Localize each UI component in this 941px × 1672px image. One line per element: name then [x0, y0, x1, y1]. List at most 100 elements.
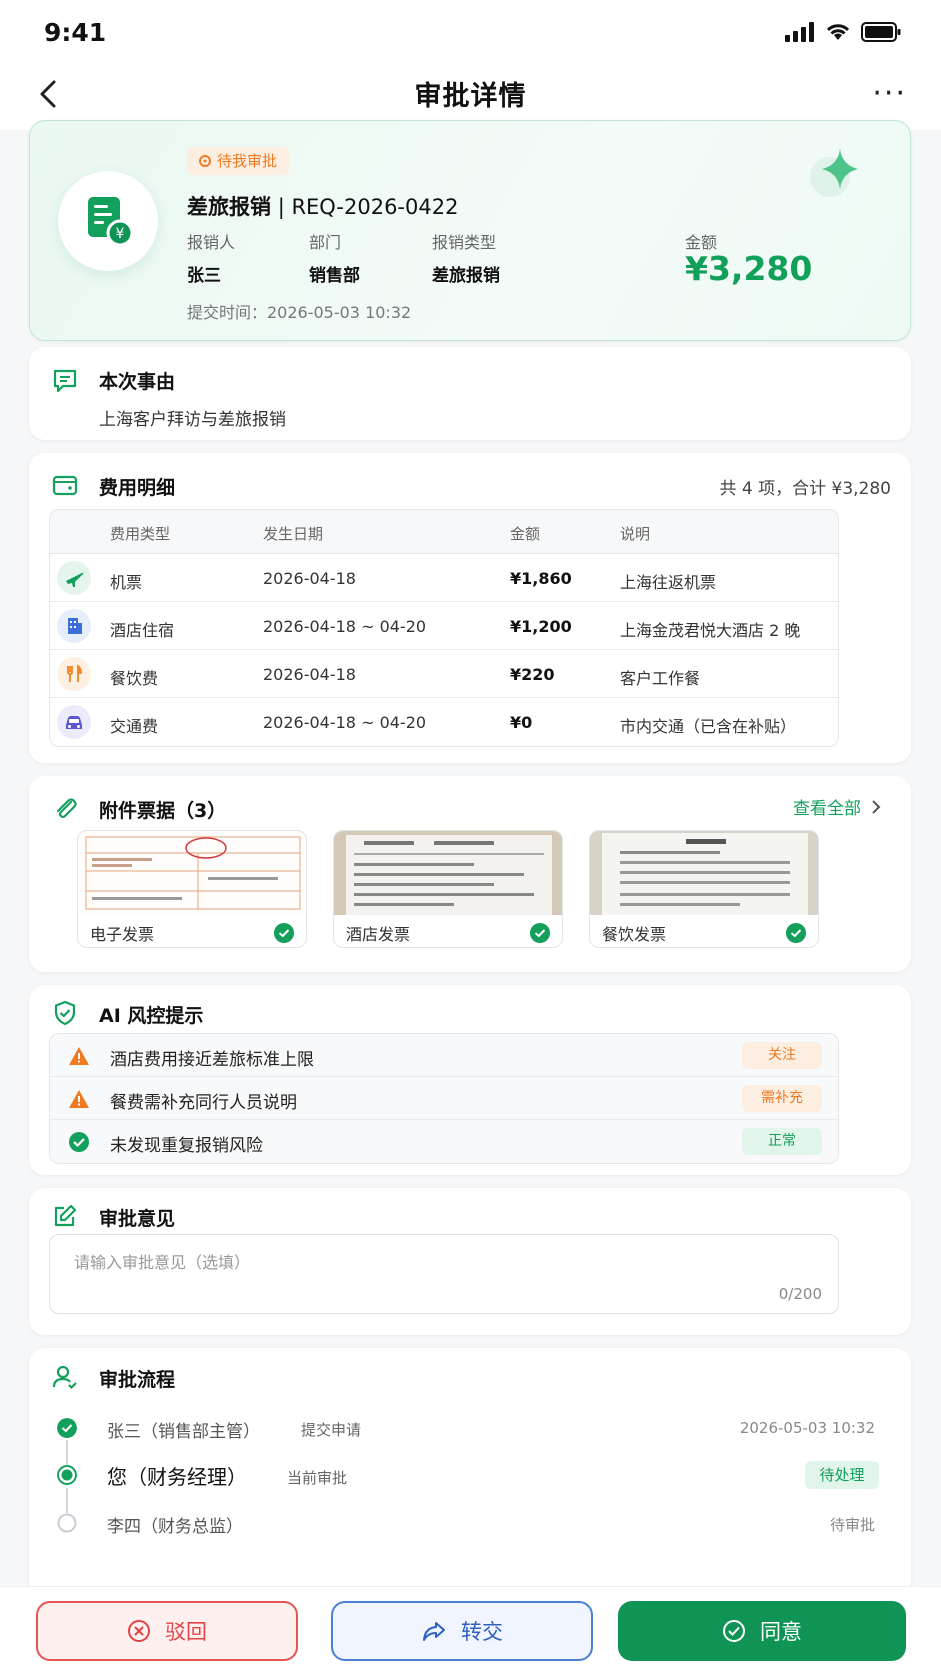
reject-label: 驳回 — [165, 1620, 207, 1644]
chat-icon — [53, 369, 77, 393]
risk-list: 酒店费用接近差旅标准上限 关注 餐费需补充同行人员说明 需补充 未发现重复报销风… — [49, 1033, 839, 1164]
more-icon[interactable]: ··· — [872, 76, 907, 111]
expense-date: 2026-04-18 — [263, 569, 356, 588]
receipt-icon: ¥ — [58, 171, 158, 271]
expense-type: 机票 — [110, 573, 143, 592]
risk-tag: 关注 — [742, 1042, 822, 1069]
wallet-icon — [52, 475, 78, 496]
plane-icon — [57, 561, 91, 595]
opinion-input[interactable] — [50, 1235, 838, 1313]
expense-note: 上海金茂君悦大酒店 2 晚 — [620, 621, 801, 640]
flow-step-name: 李四（财务总监） — [107, 1517, 243, 1537]
dining-invoice-preview-image — [590, 831, 818, 915]
attachment-label: 电子发票 — [90, 925, 155, 944]
attachments-title: 附件票据（3） — [99, 800, 227, 822]
risk-tag: 正常 — [742, 1128, 822, 1155]
department-value: 销售部 — [309, 266, 360, 286]
invoice-preview-image — [78, 831, 306, 915]
car-icon — [57, 705, 91, 739]
status-icons — [785, 22, 901, 42]
warning-icon — [69, 1047, 89, 1065]
expense-note: 市内交通（已含在补贴） — [620, 717, 797, 736]
flow-step: 李四（财务总监） 待审批 — [29, 1503, 911, 1543]
char-counter: 0/200 — [778, 1285, 822, 1303]
close-circle-icon — [128, 1620, 150, 1642]
reason-text: 上海客户拜访与差旅报销 — [99, 410, 286, 430]
expense-type-label: 报销类型 — [432, 233, 497, 252]
flow-step-name: 张三（销售部主管） — [107, 1422, 260, 1442]
risk-tag: 需补充 — [742, 1085, 822, 1112]
table-row[interactable]: 交通费 2026-04-18 ~ 04-20 ¥0 市内交通（已含在补贴） — [50, 698, 838, 746]
signal-icon — [785, 22, 814, 42]
opinion-card: 审批意见 0/200 — [29, 1188, 911, 1335]
transfer-button[interactable]: 转交 — [331, 1601, 593, 1661]
current-step-icon — [57, 1465, 77, 1485]
applicant-label: 报销人 — [187, 233, 236, 252]
check-circle-icon — [69, 1132, 89, 1152]
expense-title: 费用明细 — [99, 477, 176, 499]
agree-label: 同意 — [760, 1620, 802, 1644]
risk-item[interactable]: 酒店费用接近差旅标准上限 关注 — [50, 1034, 838, 1077]
table-row[interactable]: 酒店住宿 2026-04-18 ~ 04-20 ¥1,200 上海金茂君悦大酒店… — [50, 602, 838, 650]
attachment-label: 酒店发票 — [346, 925, 411, 944]
status-bar: 9:41 — [0, 0, 941, 66]
attachments-card: 附件票据（3） 查看全部 电子发票 酒店发票 餐饮发票 — [29, 776, 911, 972]
paperclip-icon — [56, 798, 77, 819]
pending-badge: 待处理 — [805, 1461, 879, 1489]
share-arrow-icon — [423, 1622, 445, 1641]
agree-button[interactable]: 同意 — [618, 1601, 906, 1661]
battery-icon — [861, 22, 901, 42]
status-badge: 待我审批 — [187, 147, 290, 175]
status-badge-label: 待我审批 — [217, 152, 278, 170]
column-header: 说明 — [620, 525, 651, 543]
expense-table: 费用类型 发生日期 金额 说明 机票 2026-04-18 ¥1,860 上海往… — [49, 509, 839, 747]
reject-button[interactable]: 驳回 — [36, 1601, 298, 1661]
expense-summary: 共 4 项，合计 ¥3,280 — [719, 479, 891, 499]
check-circle-icon — [274, 923, 294, 943]
expense-card: 费用明细 共 4 项，合计 ¥3,280 费用类型 发生日期 金额 说明 机票 … — [29, 453, 911, 763]
attachment-label: 餐饮发票 — [602, 925, 667, 944]
table-row[interactable]: 机票 2026-04-18 ¥1,860 上海往返机票 — [50, 554, 838, 602]
expense-amount: ¥0 — [510, 713, 533, 732]
opinion-title: 审批意见 — [99, 1208, 176, 1230]
table-row[interactable]: 餐饮费 2026-04-18 ¥220 客户工作餐 — [50, 650, 838, 698]
expense-amount: ¥1,860 — [510, 569, 572, 588]
expense-date: 2026-04-18 ~ 04-20 — [263, 713, 427, 732]
flow-step-time: 2026-05-03 10:32 — [739, 1419, 875, 1437]
column-header: 发生日期 — [263, 525, 324, 543]
risk-item[interactable]: 餐费需补充同行人员说明 需补充 — [50, 1077, 838, 1120]
attachment-thumbnail[interactable]: 酒店发票 — [333, 830, 563, 948]
risk-card: AI 风控提示 酒店费用接近差旅标准上限 关注 餐费需补充同行人员说明 需补充 … — [29, 985, 911, 1175]
risk-title: AI 风控提示 — [99, 1005, 204, 1027]
expense-note: 上海往返机票 — [620, 573, 717, 592]
chevron-right-icon — [872, 799, 881, 814]
check-circle-icon — [786, 923, 806, 943]
amount-value: ¥3,280 — [685, 249, 813, 288]
flow-step: 张三（销售部主管） 提交申请 2026-05-03 10:32 — [29, 1408, 911, 1448]
attachment-thumbnail[interactable]: 餐饮发票 — [589, 830, 819, 948]
summary-card: ¥ 待我审批 差旅报销 | REQ-2026-0422 报销人 张三 部门 销售… — [29, 120, 911, 341]
expense-date: 2026-04-18 ~ 04-20 — [263, 617, 427, 636]
check-circle-icon — [723, 1620, 745, 1642]
expense-type: 交通费 — [110, 717, 159, 736]
expense-type-value: 差旅报销 — [432, 266, 500, 286]
column-header: 费用类型 — [110, 525, 171, 543]
request-title: 差旅报销 | REQ-2026-0422 — [187, 191, 458, 221]
request-id: | REQ-2026-0422 — [277, 195, 459, 219]
risk-item[interactable]: 未发现重复报销风险 正常 — [50, 1120, 838, 1163]
risk-text: 餐费需补充同行人员说明 — [110, 1093, 297, 1113]
view-all-link[interactable]: 查看全部 — [793, 794, 881, 819]
attachment-thumbnail[interactable]: 电子发票 — [77, 830, 307, 948]
reason-title: 本次事由 — [99, 371, 176, 393]
dining-icon — [57, 657, 91, 691]
action-bar: 驳回 转交 同意 — [0, 1586, 941, 1672]
page-title: 审批详情 — [414, 81, 527, 112]
flow-card: 审批流程 张三（销售部主管） 提交申请 2026-05-03 10:32 您（财… — [29, 1348, 911, 1596]
department-label: 部门 — [309, 233, 342, 252]
edit-icon — [54, 1204, 77, 1227]
risk-text: 酒店费用接近差旅标准上限 — [110, 1050, 314, 1070]
applicant-value: 张三 — [187, 266, 221, 286]
expense-amount: ¥220 — [510, 665, 555, 684]
opinion-input-box: 0/200 — [49, 1234, 839, 1314]
reason-card: 本次事由 上海客户拜访与差旅报销 — [29, 347, 911, 440]
